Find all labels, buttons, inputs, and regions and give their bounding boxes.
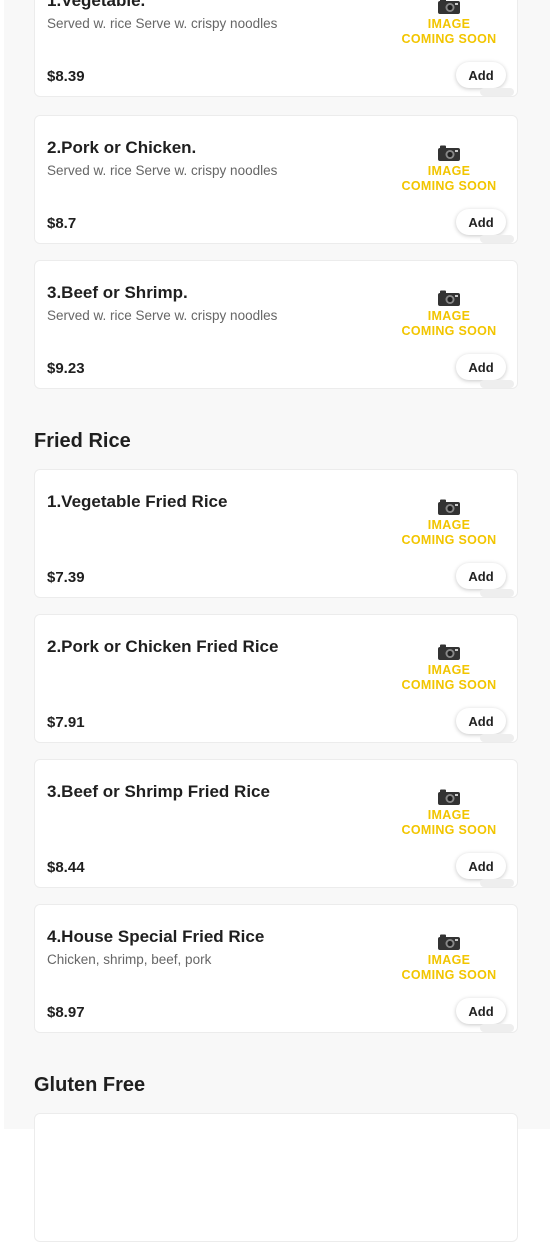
- item-name: 2.Pork or Chicken Fried Rice: [47, 637, 279, 656]
- item-name: 1.Vegetable.: [47, 0, 146, 10]
- coming-soon-line2: COMING SOON: [401, 678, 497, 692]
- item-name: 3.Beef or Shrimp Fried Rice: [47, 782, 270, 801]
- item-price: $8.7: [47, 215, 77, 232]
- add-button[interactable]: Add: [456, 354, 506, 380]
- item-name: 1.Vegetable Fried Rice: [47, 492, 228, 511]
- add-button[interactable]: Add: [456, 563, 506, 589]
- camera-icon: [438, 644, 460, 660]
- item-price: $8.44: [47, 859, 85, 876]
- camera-icon: [438, 145, 460, 161]
- menu-item-card[interactable]: 1.Vegetable Fried Rice $7.39 IMAGE COMIN…: [34, 469, 518, 598]
- section-title-fried-rice: Fried Rice: [34, 430, 131, 452]
- image-placeholder: IMAGE COMING SOON: [395, 643, 503, 713]
- menu-item-card[interactable]: [34, 1113, 518, 1242]
- coming-soon-line2: COMING SOON: [401, 324, 497, 338]
- item-description: Served w. rice Serve w. crispy noodles: [47, 308, 278, 323]
- menu-item-card[interactable]: 1.Vegetable. Served w. rice Serve w. cri…: [34, 0, 518, 97]
- coming-soon-line2: COMING SOON: [401, 823, 497, 837]
- menu-item-card[interactable]: 4.House Special Fried Rice Chicken, shri…: [34, 904, 518, 1033]
- add-button[interactable]: Add: [456, 998, 506, 1024]
- item-description: Served w. rice Serve w. crispy noodles: [47, 163, 278, 178]
- coming-soon-line1: IMAGE: [427, 164, 471, 178]
- item-price: $7.91: [47, 714, 85, 731]
- add-button[interactable]: Add: [456, 62, 506, 88]
- menu-item-card[interactable]: 3.Beef or Shrimp Fried Rice $8.44 IMAGE …: [34, 759, 518, 888]
- button-shadow: [480, 879, 514, 887]
- image-placeholder: IMAGE COMING SOON: [395, 144, 503, 214]
- button-shadow: [480, 235, 514, 243]
- item-description: Served w. rice Serve w. crispy noodles: [47, 16, 278, 31]
- camera-icon: [438, 290, 460, 306]
- camera-icon: [438, 0, 460, 14]
- image-placeholder: IMAGE COMING SOON: [395, 788, 503, 858]
- coming-soon-line1: IMAGE: [427, 663, 471, 677]
- section-title-gluten-free: Gluten Free: [34, 1074, 146, 1096]
- item-price: $8.97: [47, 1004, 85, 1021]
- camera-icon: [438, 934, 460, 950]
- button-shadow: [480, 88, 514, 96]
- coming-soon-line2: COMING SOON: [401, 179, 497, 193]
- add-button[interactable]: Add: [456, 708, 506, 734]
- button-shadow: [480, 380, 514, 388]
- coming-soon-line1: IMAGE: [427, 518, 471, 532]
- menu-item-card[interactable]: 2.Pork or Chicken. Served w. rice Serve …: [34, 115, 518, 244]
- add-button[interactable]: Add: [456, 853, 506, 879]
- item-name: 2.Pork or Chicken.: [47, 138, 197, 157]
- coming-soon-line2: COMING SOON: [401, 533, 497, 547]
- button-shadow: [480, 734, 514, 742]
- item-price: $8.39: [47, 68, 85, 85]
- item-description: Chicken, shrimp, beef, pork: [47, 952, 212, 967]
- image-placeholder: IMAGE COMING SOON: [395, 289, 503, 359]
- image-placeholder: IMAGE COMING SOON: [395, 0, 503, 67]
- image-placeholder: IMAGE COMING SOON: [395, 498, 503, 568]
- coming-soon-line1: IMAGE: [427, 808, 471, 822]
- coming-soon-line2: COMING SOON: [401, 32, 497, 46]
- menu-item-card[interactable]: 3.Beef or Shrimp. Served w. rice Serve w…: [34, 260, 518, 389]
- button-shadow: [480, 1024, 514, 1032]
- item-name: 3.Beef or Shrimp.: [47, 283, 188, 302]
- coming-soon-line1: IMAGE: [427, 953, 471, 967]
- item-name: 4.House Special Fried Rice: [47, 927, 265, 946]
- button-shadow: [480, 589, 514, 597]
- camera-icon: [438, 499, 460, 515]
- menu-item-card[interactable]: 2.Pork or Chicken Fried Rice $7.91 IMAGE…: [34, 614, 518, 743]
- add-button[interactable]: Add: [456, 209, 506, 235]
- coming-soon-line1: IMAGE: [427, 309, 471, 323]
- item-price: $7.39: [47, 569, 85, 586]
- image-placeholder: IMAGE COMING SOON: [395, 933, 503, 1003]
- menu-page: 1.Vegetable. Served w. rice Serve w. cri…: [4, 0, 550, 1242]
- coming-soon-line2: COMING SOON: [401, 968, 497, 982]
- coming-soon-line1: IMAGE: [427, 17, 471, 31]
- item-price: $9.23: [47, 360, 85, 377]
- camera-icon: [438, 789, 460, 805]
